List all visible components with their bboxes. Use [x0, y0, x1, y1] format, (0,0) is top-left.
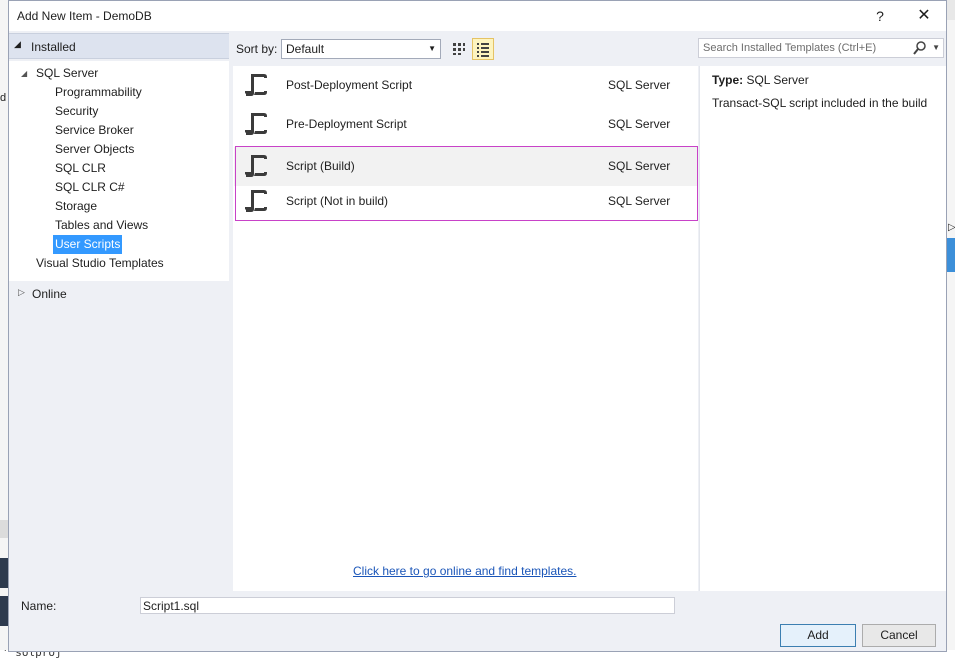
item-name-input[interactable]	[140, 597, 675, 614]
template-row-post-deployment-script[interactable]: Post-Deployment Script SQL Server	[234, 66, 697, 105]
sort-by-dropdown[interactable]: Default ▼	[281, 39, 441, 59]
template-list: Post-Deployment Script SQL Server Pre-De…	[233, 66, 698, 591]
template-type: Type: SQL Server	[712, 73, 809, 87]
dialog-title: Add New Item - DemoDB	[17, 9, 152, 23]
sql-script-icon	[245, 155, 267, 177]
search-icon[interactable]	[913, 40, 927, 62]
background-ide-left: d	[0, 0, 8, 660]
tree-item-security[interactable]: Security	[55, 102, 98, 121]
chevron-down-icon: ▼	[428, 44, 436, 53]
sql-script-icon	[245, 113, 267, 135]
tree-item-storage[interactable]: Storage	[55, 197, 97, 216]
list-view-icon	[477, 43, 489, 57]
chevron-down-icon[interactable]: ▼	[932, 39, 940, 57]
template-description: Transact-SQL script included in the buil…	[712, 96, 928, 110]
template-name: Script (Build)	[286, 159, 355, 173]
close-button[interactable]: ✕	[911, 6, 937, 26]
installed-section-header[interactable]: ◢ Installed	[9, 33, 229, 59]
find-online-templates-link[interactable]: Click here to go online and find templat…	[353, 564, 576, 578]
search-templates-input[interactable]: Search Installed Templates (Ctrl+E) ▼	[698, 38, 944, 58]
sql-script-icon	[245, 74, 267, 96]
template-category: SQL Server	[608, 159, 671, 173]
sql-script-icon	[245, 190, 267, 212]
expand-triangle-icon[interactable]: ▷	[18, 287, 25, 298]
template-category: SQL Server	[608, 117, 671, 131]
tree-item-sql-server[interactable]: ◢ SQL Server	[21, 64, 98, 83]
template-row-script-build[interactable]: Script (Build) SQL Server	[234, 147, 697, 186]
tree-item-server-objects[interactable]: Server Objects	[55, 140, 134, 159]
dialog-titlebar: Add New Item - DemoDB ? ✕	[9, 1, 946, 31]
templates-toolbar: Sort by: Default ▼ Search Installed Temp…	[231, 31, 946, 65]
help-button[interactable]: ?	[869, 6, 891, 26]
template-name: Post-Deployment Script	[286, 78, 413, 92]
grid-view-icon	[453, 43, 465, 55]
background-arrow-icon: ▷	[948, 222, 955, 233]
name-label: Name:	[21, 599, 57, 613]
tree-item-user-scripts[interactable]: User Scripts	[53, 235, 123, 254]
expanded-triangle-icon[interactable]: ◢	[21, 64, 27, 83]
background-ide-right: ▷	[947, 0, 955, 660]
installed-label: Installed	[31, 40, 76, 54]
template-row-script-not-in-build[interactable]: Script (Not in build) SQL Server	[234, 182, 697, 221]
category-tree: ◢ SQL Server Programmability Security Se…	[9, 61, 229, 281]
online-section-header[interactable]: ▷ Online	[9, 283, 229, 305]
tree-item-service-broker[interactable]: Service Broker	[55, 121, 134, 140]
template-name: Pre-Deployment Script	[286, 117, 407, 131]
tree-item-sql-clr[interactable]: SQL CLR	[55, 159, 106, 178]
template-categories-pane: ◢ Installed ◢ SQL Server Programmability…	[9, 31, 231, 591]
background-text-fragment: d	[0, 92, 7, 104]
add-new-item-dialog: Add New Item - DemoDB ? ✕ ◢ Installed ◢ …	[8, 0, 947, 652]
collapse-triangle-icon[interactable]: ◢	[14, 39, 21, 50]
sort-by-label: Sort by:	[236, 42, 278, 56]
tree-item-tables-and-views[interactable]: Tables and Views	[55, 216, 148, 235]
online-label: Online	[32, 287, 67, 301]
tree-item-visual-studio-templates[interactable]: Visual Studio Templates	[36, 254, 164, 273]
template-name: Script (Not in build)	[286, 194, 389, 208]
template-category: SQL Server	[608, 78, 671, 92]
grid-view-button[interactable]	[449, 39, 469, 59]
add-button[interactable]: Add	[780, 624, 856, 647]
template-row-pre-deployment-script[interactable]: Pre-Deployment Script SQL Server	[234, 105, 697, 144]
template-details-pane: Type: SQL Server Transact-SQL script inc…	[699, 66, 946, 591]
list-view-button[interactable]	[472, 38, 494, 60]
template-category: SQL Server	[608, 194, 671, 208]
tree-item-sql-clr-csharp[interactable]: SQL CLR C#	[55, 178, 125, 197]
cancel-button[interactable]: Cancel	[862, 624, 936, 647]
tree-item-programmability[interactable]: Programmability	[55, 83, 142, 102]
